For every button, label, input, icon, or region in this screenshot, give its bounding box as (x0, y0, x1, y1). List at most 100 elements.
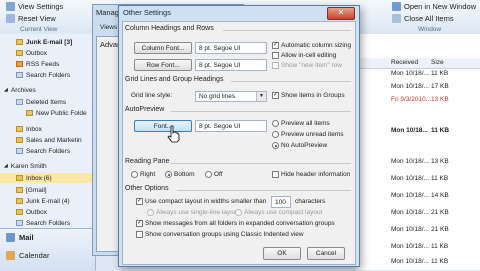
preview-all-radio[interactable]: Preview all items (272, 120, 330, 127)
grid-section-title: Grid Lines and Group Headings (125, 76, 224, 83)
folder-new-public[interactable]: New Public Folde (0, 108, 95, 118)
headings-section-title: Column Headings and Rows (125, 25, 214, 32)
folder-junk-email[interactable]: Junk E-mail [3] (0, 37, 95, 47)
section-divider (231, 81, 351, 82)
inbox-icon (16, 175, 23, 181)
close-all-icon (392, 14, 401, 23)
radio-icon (147, 209, 154, 216)
collapse-arrow-icon: ◢ (4, 163, 8, 169)
folder-search-folders-3[interactable]: Search Folders (0, 218, 95, 228)
single-line-layout-radio[interactable]: Always use single-line layout (147, 209, 239, 216)
list-item[interactable]: Mon 10/18/... 13 KB (356, 158, 480, 168)
ok-button[interactable]: OK (263, 247, 301, 260)
folder-search-folders[interactable]: Search Folders (0, 70, 95, 80)
folder-junk-email-2[interactable]: Junk E-mail (4) (0, 196, 95, 206)
open-new-window-button[interactable]: Open in New Window (392, 2, 476, 11)
row-font-button[interactable]: Row Font... (134, 59, 192, 71)
chevron-down-icon: ▼ (256, 92, 266, 101)
view-settings-button[interactable]: View Settings (6, 2, 63, 11)
allow-incell-checkbox[interactable]: Allow in-cell editing (272, 52, 336, 59)
list-item[interactable]: Mon 10/18/... 11 KB (356, 243, 480, 253)
calendar-icon (6, 250, 15, 260)
section-divider (177, 190, 351, 191)
radio-selected-icon (165, 171, 172, 178)
dialog-body: Column Headings and Rows Column Font... … (122, 21, 356, 265)
nav-bottom-buttons: Mail Calendar (0, 228, 95, 271)
search-folder-icon (16, 72, 23, 78)
checkmark-icon: ✓ (272, 92, 279, 99)
autopreview-font-button[interactable]: Font... (134, 120, 192, 132)
close-button[interactable]: ✕ (327, 7, 355, 20)
cancel-button[interactable]: Cancel (307, 247, 345, 260)
close-all-items-button[interactable]: Close All Items (392, 14, 454, 23)
window-group-label: Window (418, 26, 442, 33)
reset-view-icon (6, 14, 15, 23)
checkbox-empty-icon (136, 231, 143, 238)
reading-pane-bottom-radio[interactable]: Bottom (165, 171, 195, 178)
list-item[interactable]: Mon 10/18/... 21 KB (356, 209, 480, 219)
checkmark-icon: ✓ (272, 42, 279, 49)
column-font-button[interactable]: Column Font... (134, 42, 192, 54)
folder-icon (26, 110, 33, 116)
outbox-icon (16, 209, 23, 215)
list-item[interactable]: Mon 10/18/... 11 KB (356, 175, 480, 185)
folder-rss-feeds[interactable]: RSS Feeds (0, 59, 95, 69)
list-item[interactable]: Mon 10/18/... 17 KB (356, 83, 480, 93)
rss-icon (16, 61, 23, 67)
preview-unread-radio[interactable]: Preview unread items (272, 131, 344, 138)
folder-gmail[interactable]: [Gmail] (0, 185, 95, 195)
search-folder-icon (16, 220, 23, 226)
mail-icon (6, 232, 15, 242)
reading-pane-section-title: Reading Pane (125, 158, 170, 165)
list-item[interactable]: Mon 10/18/... 11 KB (356, 70, 480, 80)
checkbox-empty-icon (272, 62, 279, 69)
folder-inbox-archive[interactable]: Inbox (0, 124, 95, 134)
list-item[interactable]: Fri 9/3/2010... 13 KB (356, 96, 480, 106)
show-messages-all-folders-checkbox[interactable]: ✓ Show messages from all folders in expan… (136, 220, 335, 227)
compact-layout-checkbox[interactable]: ✓ Use compact layout in widths smaller th… (136, 198, 266, 205)
mailbox-archives[interactable]: ◢ Archives (0, 85, 95, 95)
always-compact-radio[interactable]: Always use compact layout (235, 209, 322, 216)
mailbox-karen-smith[interactable]: ◢ Karen Smith (0, 161, 95, 171)
junk-icon (16, 198, 23, 204)
message-list: Received Size Mon 10/18/... 11 KB Mon 10/… (356, 34, 480, 270)
window-icon (392, 2, 401, 11)
folder-search-folders-2[interactable]: Search Folders (0, 146, 95, 156)
reading-pane-right-radio[interactable]: Right (131, 171, 155, 178)
folder-icon (16, 39, 23, 45)
list-item[interactable]: Mon 10/18... 11 KB (356, 127, 480, 137)
close-icon: ✕ (337, 8, 345, 17)
radio-icon (272, 120, 279, 127)
folder-icon (16, 50, 23, 56)
mail-nav-button[interactable]: Mail (0, 232, 95, 242)
dialog-title: Other Settings (123, 8, 171, 17)
no-autopreview-radio[interactable]: No AutoPreview (272, 142, 327, 149)
hide-header-checkbox[interactable]: Hide header information (272, 171, 350, 178)
folder-outbox[interactable]: Outbox (0, 48, 95, 58)
checkbox-empty-icon (272, 52, 279, 59)
folder-inbox-selected[interactable]: Inbox (6) (0, 173, 95, 183)
folder-deleted-items[interactable]: Deleted Items (0, 97, 95, 107)
grid-line-style-select[interactable]: No grid lines ▼ (195, 91, 267, 102)
list-item[interactable]: Mon 10/18/... 14 KB (356, 192, 480, 202)
search-folder-icon (16, 148, 23, 154)
show-new-item-row-checkbox[interactable]: Show "new item" row (272, 62, 342, 69)
reading-pane-off-radio[interactable]: Off (205, 171, 223, 178)
list-item[interactable]: Mon 10/18/... 21 KB (356, 226, 480, 236)
radio-icon (205, 171, 212, 178)
section-divider (171, 111, 351, 112)
view-settings-icon (6, 2, 15, 11)
compact-width-input[interactable]: 100 (271, 196, 291, 208)
folder-outbox-2[interactable]: Outbox (0, 207, 95, 217)
show-items-in-groups-checkbox[interactable]: ✓ Show items in Groups (272, 92, 345, 99)
calendar-nav-button[interactable]: Calendar (0, 250, 95, 260)
classic-indented-checkbox[interactable]: Show conversation groups using Classic I… (136, 231, 304, 238)
auto-column-sizing-checkbox[interactable]: ✓ Automatic column sizing (272, 42, 351, 49)
folder-sales-marketing[interactable]: Sales and Marketin (0, 135, 95, 145)
checkbox-empty-icon (272, 171, 279, 178)
list-item[interactable]: Mon 10/18/... 11 KB (356, 258, 480, 268)
inbox-icon (16, 126, 23, 132)
received-column-header[interactable]: Received (391, 59, 418, 66)
size-column-header[interactable]: Size (431, 59, 444, 66)
reset-view-button[interactable]: Reset View (6, 14, 56, 23)
